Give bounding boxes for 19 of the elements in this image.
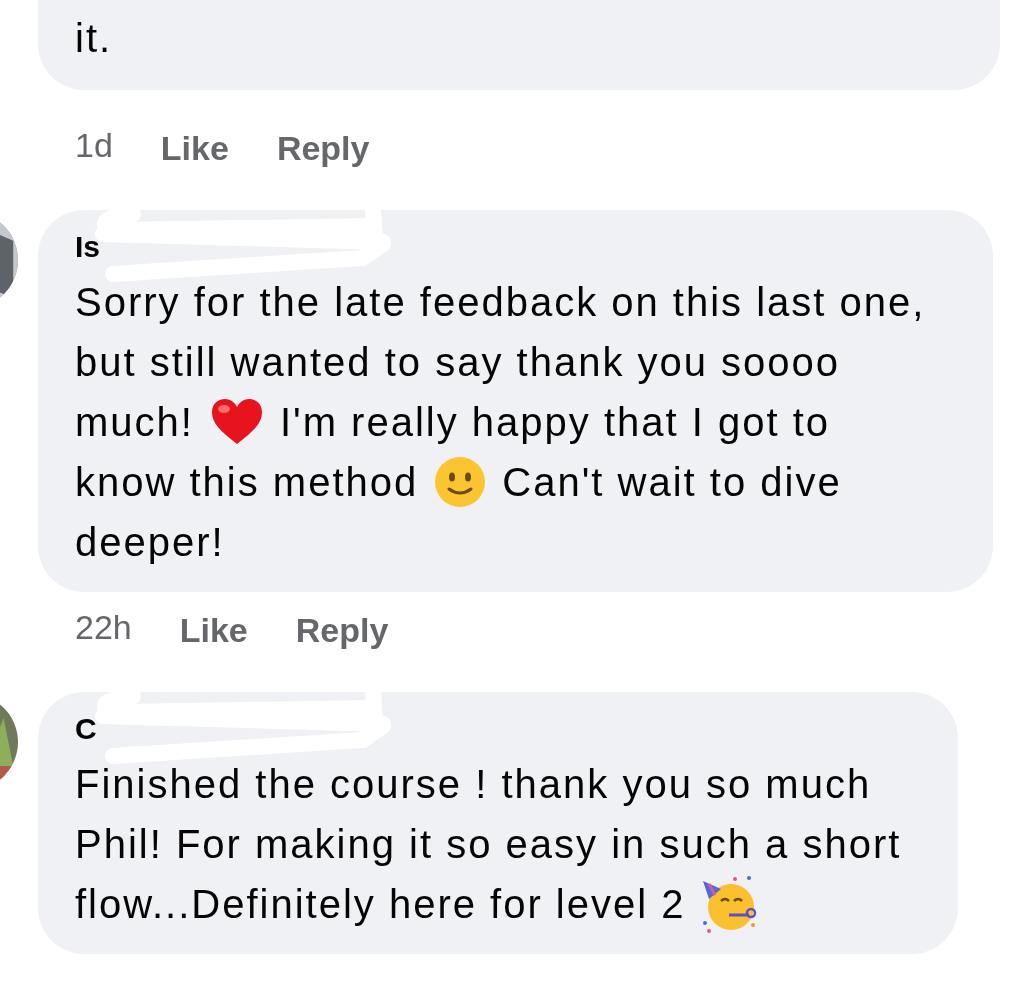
comment-text: Finished the course ! thank you so much — [75, 761, 872, 808]
comment-text: Sorry for the late feedback on this last one, — [75, 279, 926, 326]
like-link[interactable]: Like — [179, 608, 248, 652]
comment-text: I'm really happy that I got to — [279, 399, 831, 446]
comment-text: know this method — [75, 459, 419, 506]
comment-text: deeper! — [75, 519, 225, 566]
comment-text: it. — [75, 15, 113, 62]
author-name: Is — [75, 230, 101, 263]
comment-text: but still wanted to say thank you soooo — [75, 339, 841, 386]
like-link[interactable]: Like — [160, 126, 229, 170]
comment-text: much! — [75, 399, 194, 446]
comment-text: Phil! For making it so easy in such a short — [75, 821, 902, 868]
reply-link[interactable]: Reply — [276, 126, 370, 170]
comment-text: Can't wait to dive — [502, 459, 842, 506]
comment-text: flow...Definitely here for level 2 — [75, 881, 686, 928]
comment-time: 22h — [75, 608, 132, 648]
author-name: C — [75, 712, 97, 745]
comment-time: 1d — [75, 126, 113, 166]
reply-link[interactable]: Reply — [295, 608, 389, 652]
